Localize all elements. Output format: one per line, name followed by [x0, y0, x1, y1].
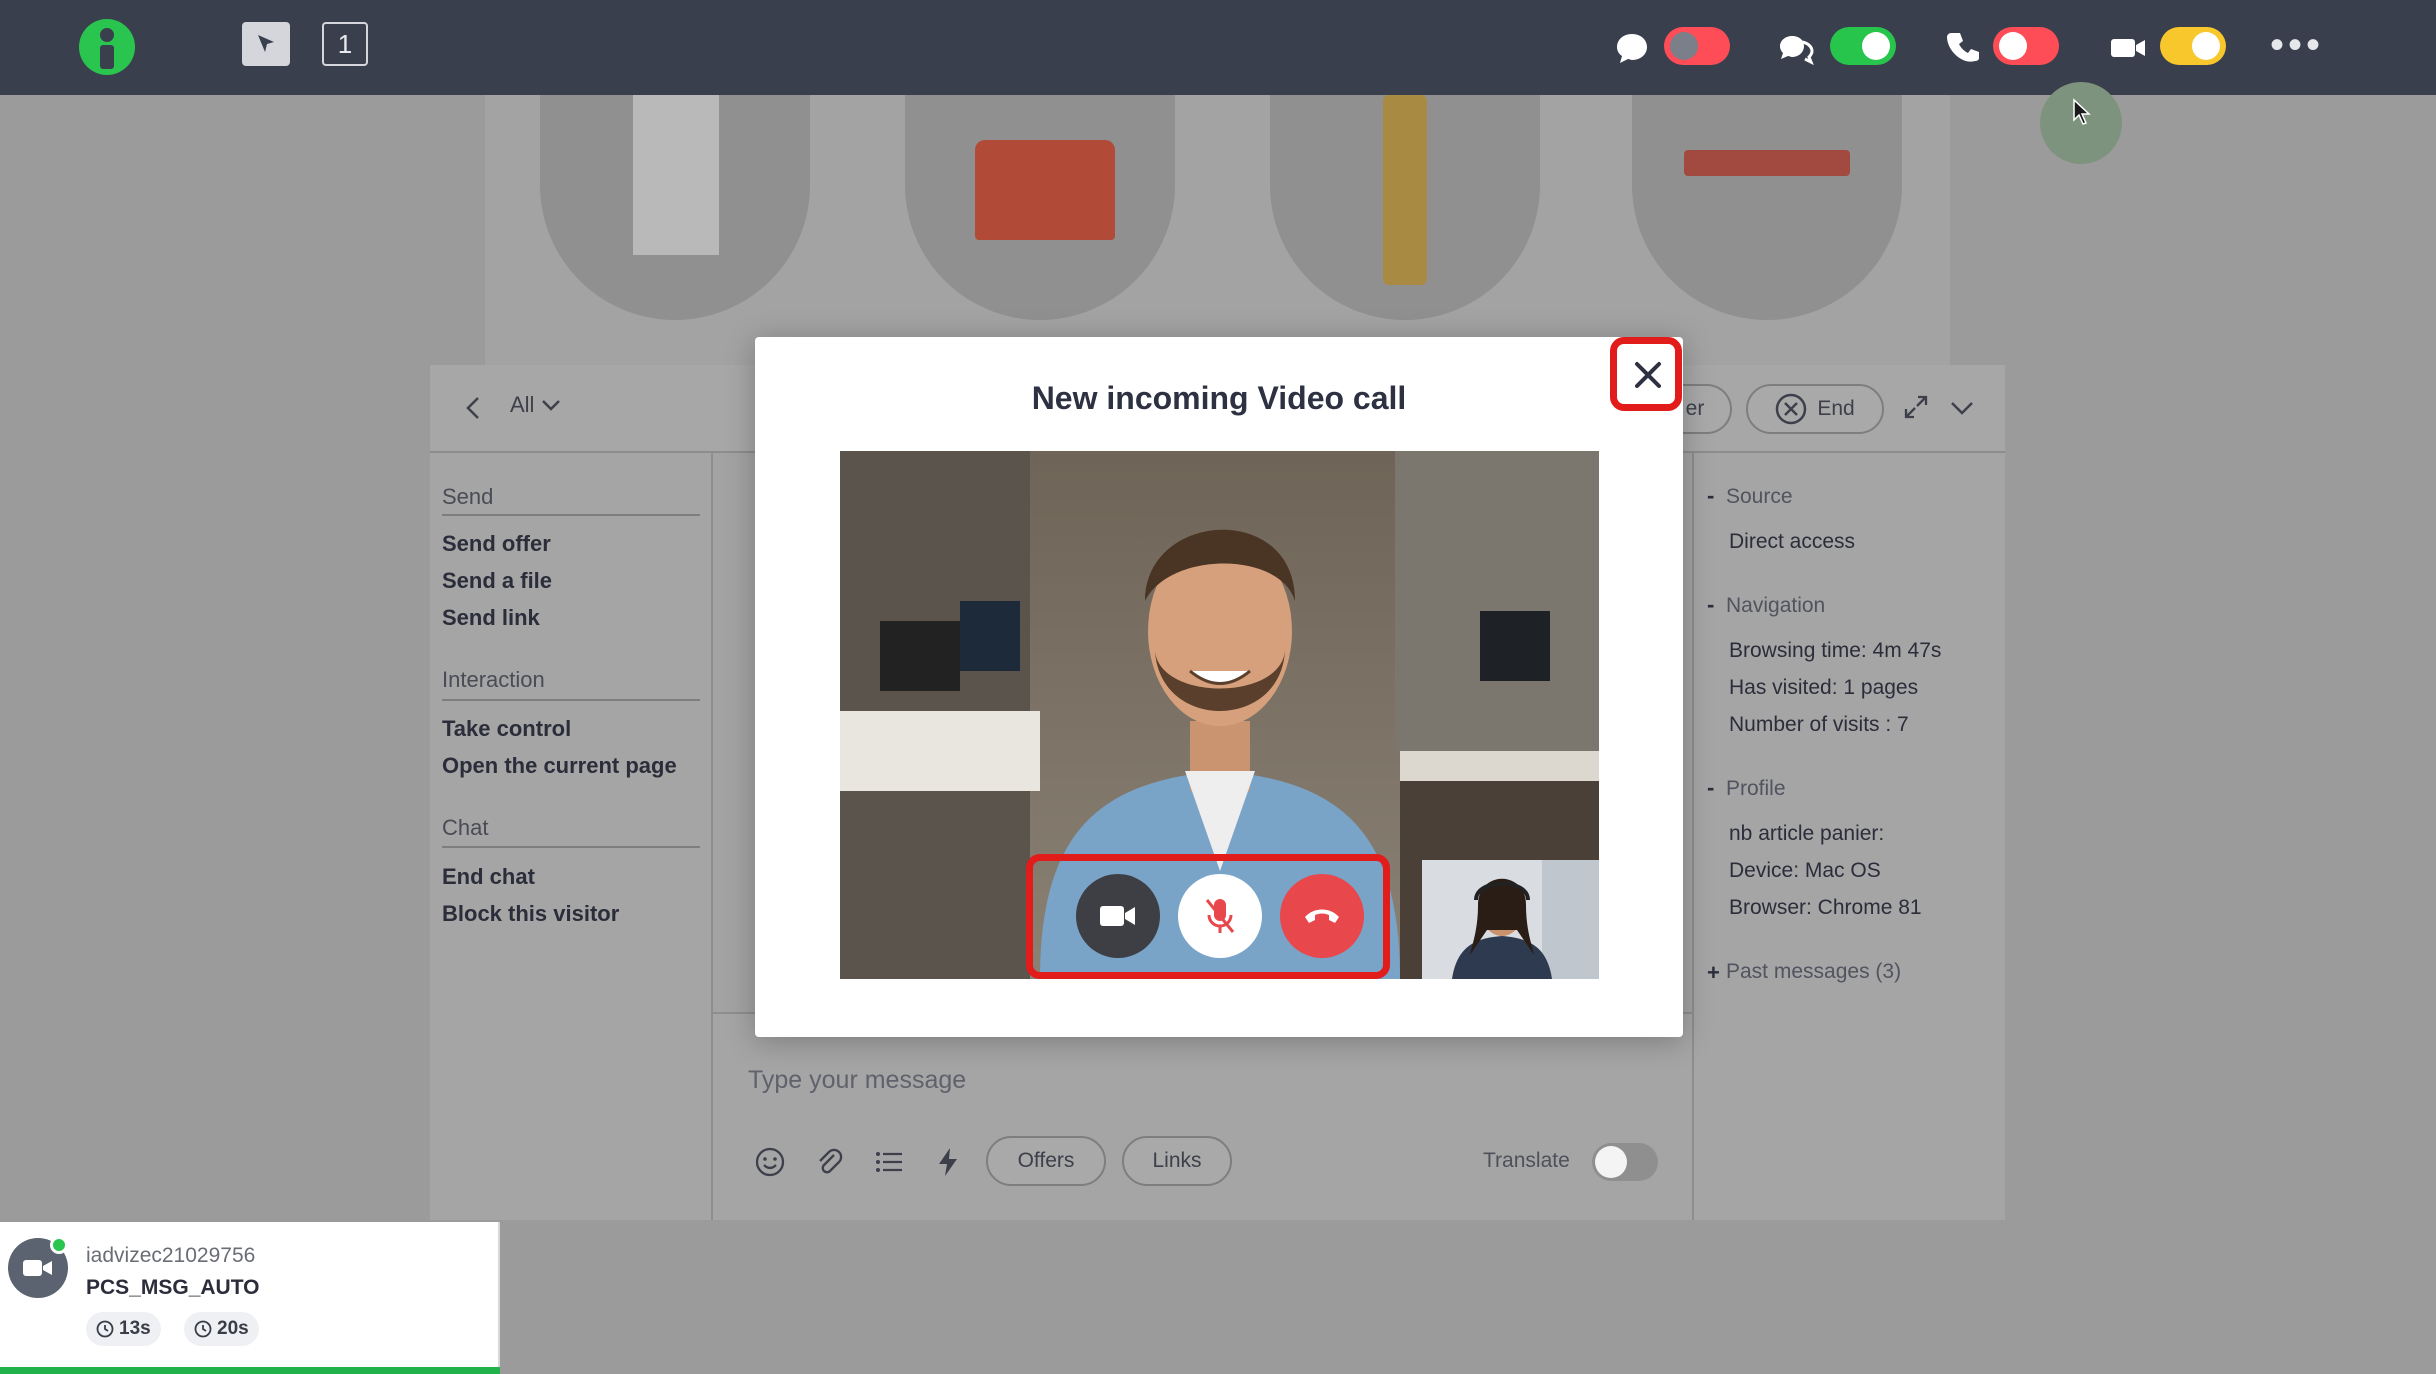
translate-label: Translate	[1483, 1149, 1570, 1172]
mute-microphone-button[interactable]	[1178, 874, 1262, 958]
list-icon[interactable]	[872, 1145, 906, 1179]
expand-marker: +	[1707, 960, 1720, 985]
chat-section-header: Chat	[442, 815, 489, 840]
modal-title: New incoming Video call	[1031, 380, 1407, 416]
translate-toggle[interactable]	[1592, 1143, 1658, 1181]
pages-visited: Has visited: 1 pages	[1729, 676, 1919, 699]
microphone-muted-icon	[1205, 899, 1235, 933]
device-info: Device: Mac OS	[1729, 859, 1881, 882]
collapse-chevron-icon[interactable]	[1950, 400, 1974, 416]
toggle-camera-button[interactable]	[1076, 874, 1160, 958]
visitor-tab-progress-bar	[0, 1367, 500, 1374]
close-circle-icon	[1776, 393, 1807, 425]
chevron-down-icon	[541, 400, 560, 411]
hang-up-phone-icon	[1305, 909, 1339, 923]
timer-value: 20s	[217, 1318, 249, 1339]
bowl-illustration	[1632, 95, 1902, 320]
block-visitor-link[interactable]: Block this visitor	[442, 901, 619, 927]
collapse-marker: -	[1707, 775, 1715, 800]
profile-section-header[interactable]: Profile	[1726, 777, 1786, 801]
phone-channel-toggle[interactable]	[1993, 27, 2059, 65]
visitor-name: PCS_MSG_AUTO	[86, 1276, 260, 1299]
screen-count-button[interactable]: 1	[322, 22, 368, 66]
send-section-header: Send	[442, 484, 494, 509]
clock-icon	[96, 1320, 114, 1338]
iadvize-logo	[79, 19, 135, 75]
background-web-page	[485, 95, 1950, 365]
offers-button[interactable]: Offers	[986, 1136, 1106, 1186]
visitor-id: iadvizec21029756	[86, 1244, 256, 1267]
browsing-time: Browsing time: 4m 47s	[1729, 639, 1942, 662]
response-timer-badge: 13s	[86, 1312, 161, 1346]
expand-icon[interactable]	[1903, 394, 1929, 420]
end-chat-link[interactable]: End chat	[442, 864, 535, 890]
browser-info: Browser: Chrome 81	[1729, 896, 1922, 919]
lightning-icon[interactable]	[931, 1145, 965, 1179]
chat-channel-toggle[interactable]	[1664, 27, 1730, 65]
navigation-section-header[interactable]: Navigation	[1726, 594, 1825, 618]
hang-up-button[interactable]	[1280, 874, 1364, 958]
source-value: Direct access	[1729, 530, 1856, 553]
filter-dropdown[interactable]: All	[510, 392, 561, 418]
message-input[interactable]: Type your message	[748, 1066, 966, 1095]
phone-icon	[1947, 33, 1979, 62]
video-camera-icon	[1100, 906, 1135, 926]
cart-articles: nb article panier:	[1729, 822, 1885, 845]
video-channel-toggle[interactable]	[2160, 27, 2226, 65]
conversation-timer-badge: 20s	[184, 1312, 259, 1346]
attachment-icon[interactable]	[812, 1145, 846, 1179]
online-status-dot	[50, 1236, 68, 1254]
emoji-icon[interactable]	[753, 1145, 787, 1179]
video-camera-icon	[2111, 39, 2145, 57]
divider	[442, 514, 700, 516]
past-messages-section[interactable]: Past messages (3)	[1726, 960, 1901, 984]
message-composer	[713, 1012, 1692, 1220]
send-link-link[interactable]: Send link	[442, 605, 540, 631]
transfer-button-label: er	[1685, 397, 1705, 420]
messaging-channel-toggle[interactable]	[1830, 27, 1896, 65]
self-view-thumbnail	[1422, 860, 1599, 979]
close-icon[interactable]	[1628, 355, 1668, 395]
chevron-left-icon[interactable]	[462, 395, 486, 421]
collapse-marker: -	[1707, 592, 1715, 617]
arrow-cursor-icon	[258, 35, 274, 52]
collapse-marker: -	[1707, 483, 1715, 508]
end-button-label: End	[1817, 397, 1855, 420]
links-button[interactable]: Links	[1122, 1136, 1232, 1186]
more-options-button[interactable]: •••	[2270, 25, 2324, 65]
interaction-section-header: Interaction	[442, 667, 545, 692]
messaging-icon	[1780, 36, 1814, 66]
mouse-pointer-icon	[2073, 98, 2091, 125]
take-control-link[interactable]: Take control	[442, 716, 571, 742]
end-conversation-button[interactable]: End	[1746, 384, 1884, 434]
video-camera-icon	[23, 1260, 52, 1276]
filter-label: All	[510, 392, 535, 417]
chat-bubble-icon	[1617, 34, 1647, 63]
scale-illustration	[905, 95, 1175, 320]
visit-count: Number of visits : 7	[1729, 713, 1909, 736]
divider	[442, 846, 700, 848]
open-current-page-link[interactable]: Open the current page	[442, 753, 677, 779]
links-button-label: Links	[1152, 1149, 1202, 1172]
send-file-link[interactable]: Send a file	[442, 568, 552, 594]
timer-value: 13s	[119, 1318, 151, 1339]
offers-button-label: Offers	[1017, 1149, 1075, 1172]
clock-icon	[194, 1320, 212, 1338]
send-offer-link[interactable]: Send offer	[442, 531, 551, 557]
cursor-tool-button[interactable]	[242, 22, 290, 66]
source-section-header[interactable]: Source	[1726, 485, 1793, 509]
divider	[442, 699, 700, 701]
grater-illustration	[540, 95, 810, 320]
footer-bar	[500, 1222, 2436, 1374]
self-view-image	[1422, 860, 1599, 979]
rolling-pin-illustration	[1270, 95, 1540, 320]
